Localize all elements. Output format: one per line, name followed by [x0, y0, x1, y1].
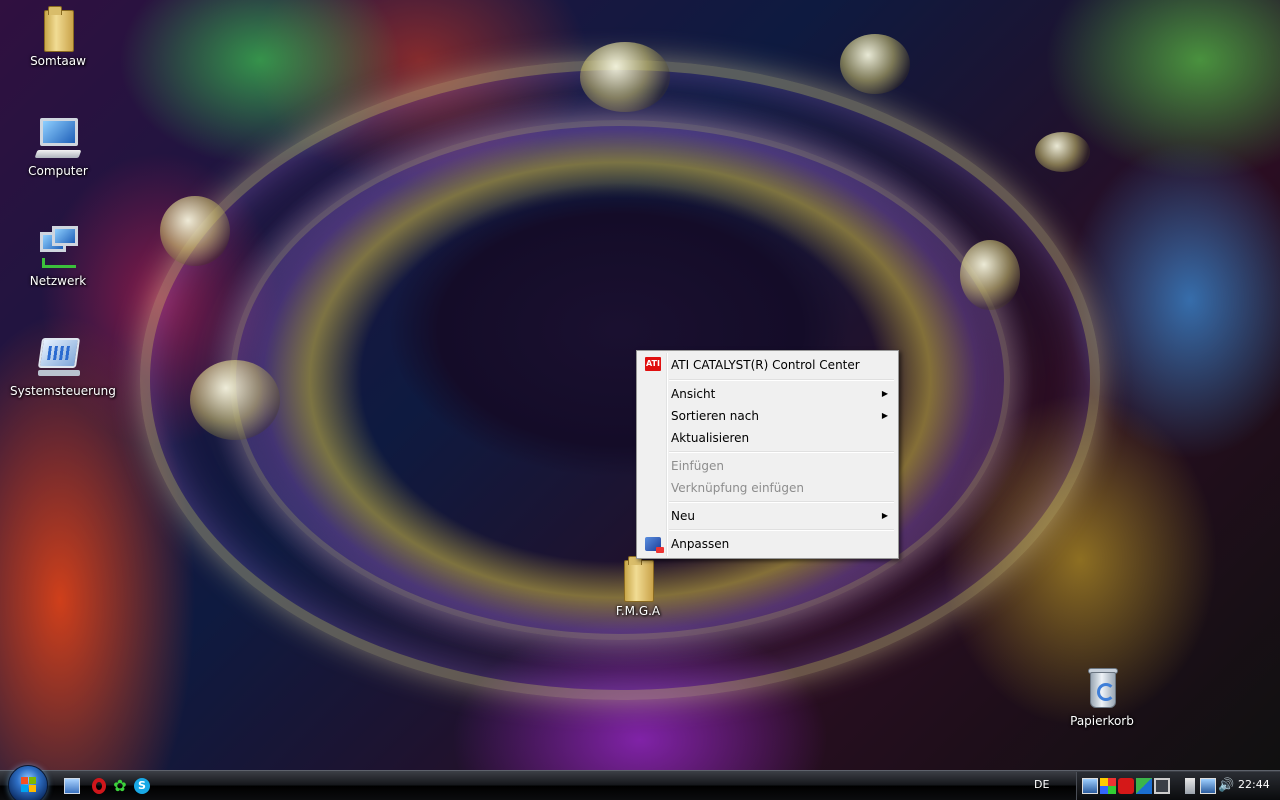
- menu-item-label: Neu: [671, 509, 695, 523]
- menu-item-verknuepfung-einfuegen: Verknüpfung einfügen: [639, 477, 896, 499]
- menu-item-label: Aktualisieren: [671, 431, 750, 445]
- menu-item-label: Anpassen: [671, 537, 730, 551]
- skype-icon[interactable]: S: [134, 778, 150, 794]
- desktop-icon-label: Somtaaw: [30, 54, 86, 68]
- computer-icon: [34, 114, 82, 162]
- desktop-icon-fmga[interactable]: F.M.G.A: [590, 554, 686, 618]
- desktop-icon-label: Netzwerk: [29, 274, 87, 288]
- app-icon[interactable]: [1136, 778, 1152, 794]
- network-icon: [34, 224, 82, 272]
- submenu-arrow-icon: ▶: [881, 389, 888, 398]
- folder-icon: [614, 554, 662, 602]
- desktop-icon-systemsteuerung[interactable]: Systemsteuerung: [10, 334, 116, 398]
- icq-icon[interactable]: ✿: [112, 778, 128, 794]
- display-icon[interactable]: [1082, 778, 1098, 794]
- menu-item-neu[interactable]: Neu ▶: [639, 505, 896, 527]
- desktop-icon-label: Computer: [28, 164, 88, 178]
- menu-item-aktualisieren[interactable]: Aktualisieren: [639, 427, 896, 449]
- desktop-context-menu: ATI ATI CATALYST(R) Control Center Ansic…: [636, 350, 899, 559]
- ati-icon: ATI: [645, 357, 661, 371]
- recycle-bin-icon: [1078, 664, 1126, 712]
- menu-item-label: Sortieren nach: [671, 409, 759, 423]
- submenu-arrow-icon: ▶: [881, 511, 888, 520]
- color-icon[interactable]: [1100, 778, 1116, 794]
- show-desktop-icon[interactable]: [64, 778, 80, 794]
- menu-item-label: Einfügen: [671, 459, 724, 473]
- start-button[interactable]: [8, 765, 48, 800]
- acrobat-icon[interactable]: [1118, 778, 1134, 794]
- desktop-icon-label: Systemsteuerung: [10, 384, 116, 398]
- submenu-arrow-icon: ▶: [881, 411, 888, 420]
- network-icon[interactable]: [1200, 778, 1216, 794]
- desktop-icon-computer[interactable]: Computer: [10, 114, 106, 178]
- menu-item-label: Ansicht: [671, 387, 716, 401]
- personalize-icon: [645, 537, 664, 553]
- taskbar: ✿ S DE 🔊 22:44: [0, 765, 1280, 800]
- folder-icon: [34, 4, 82, 52]
- menu-item-ati-catalyst[interactable]: ATI ATI CATALYST(R) Control Center: [639, 353, 896, 377]
- menu-item-ansicht[interactable]: Ansicht ▶: [639, 383, 896, 405]
- menu-item-label: Verknüpfung einfügen: [671, 481, 804, 495]
- desktop-icon-netzwerk[interactable]: Netzwerk: [10, 224, 106, 288]
- opera-icon[interactable]: [92, 778, 106, 794]
- desktop-icon-somtaaw[interactable]: Somtaaw: [10, 4, 106, 68]
- volume-icon[interactable]: 🔊: [1218, 778, 1234, 794]
- desktop-icon-label: F.M.G.A: [615, 604, 661, 618]
- control-panel-icon: [34, 334, 82, 382]
- windows-logo-icon: [21, 777, 37, 793]
- battery-icon[interactable]: [1185, 778, 1195, 794]
- menu-item-anpassen[interactable]: Anpassen: [639, 533, 896, 555]
- monitor-icon[interactable]: [1154, 778, 1170, 794]
- clock[interactable]: 22:44: [1238, 771, 1270, 800]
- desktop-icon-papierkorb[interactable]: Papierkorb: [1054, 664, 1150, 728]
- menu-item-einfuegen: Einfügen: [639, 455, 896, 477]
- desktop-icon-label: Papierkorb: [1070, 714, 1134, 728]
- menu-item-sortieren-nach[interactable]: Sortieren nach ▶: [639, 405, 896, 427]
- menu-item-label: ATI CATALYST(R) Control Center: [671, 358, 860, 372]
- language-indicator[interactable]: DE: [1034, 771, 1049, 800]
